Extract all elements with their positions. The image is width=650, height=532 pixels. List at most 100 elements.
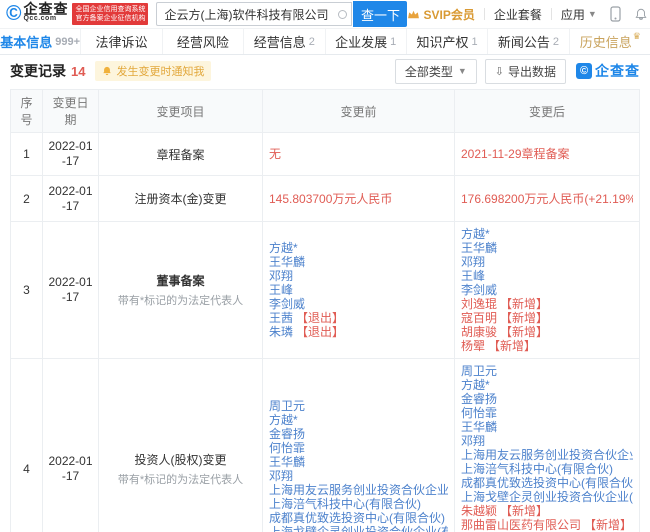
tab-operation-info[interactable]: 经营信息 2 (244, 29, 325, 54)
vip-badge-icon: ♛ (633, 31, 641, 42)
change-entry[interactable]: 方越* (269, 413, 448, 427)
tab-history-info[interactable]: 历史信息 ♛ (570, 29, 650, 54)
legal-rep-note: 带有*标记的为法定代表人 (103, 292, 258, 308)
qcc-logo-text: 企查查 (23, 4, 68, 14)
record-count-badge: 14 (71, 64, 85, 79)
svip-member-link[interactable]: SVIP会员 (407, 6, 474, 23)
change-tag: 【新增】 (500, 297, 548, 311)
col-header-after: 变更后 (455, 90, 640, 133)
tab-news-announcements[interactable]: 新闻公告 2 (488, 29, 569, 54)
change-date: 2022-01-17 (43, 176, 99, 222)
table-row: 3 2022-01-17 董事备案带有*标记的为法定代表人 方越*王华麟邓翔王峰… (11, 222, 640, 359)
change-tag: 【新增】 (488, 339, 536, 353)
change-entry[interactable]: 李剑威 (269, 297, 448, 311)
change-tag: 【新增】 (500, 504, 548, 518)
qcc-logo-icon: © (6, 3, 21, 25)
tab-basic-info[interactable]: 基本信息 999+ (0, 29, 81, 54)
change-entry[interactable]: 邓翔 (461, 255, 633, 269)
change-tag: 【新增】 (584, 518, 632, 532)
after-cell: 周卫元方越*金睿扬何怡霏王华麟邓翔上海用友云服务创业投资合伙企业(有限合伙)上海… (455, 359, 640, 532)
chevron-down-icon: ▼ (588, 9, 597, 19)
change-entry[interactable]: 上海用友云服务创业投资合伙企业(有限合伙) (269, 483, 448, 497)
change-entry[interactable]: 上海涪气科技中心(有限合伙) (461, 462, 633, 476)
row-no: 1 (11, 133, 43, 176)
before-cell: 周卫元方越*金睿扬何怡霏王华麟邓翔上海用友云服务创业投资合伙企业(有限合伙)上海… (263, 359, 455, 532)
change-tag: 【退出】 (296, 311, 344, 325)
company-nav-tabs: 基本信息 999+ 法律诉讼 经营风险 经营信息 2 企业发展 1 知识产权 1… (0, 28, 650, 55)
tab-company-development[interactable]: 企业发展 1 (326, 29, 407, 54)
change-entry[interactable]: 周卫元 (461, 364, 633, 378)
change-entry[interactable]: 李剑威 (461, 283, 633, 297)
change-entry[interactable]: 邓翔 (461, 434, 633, 448)
change-entry: 无 (269, 147, 448, 161)
change-entry[interactable]: 何怡霏 (269, 441, 448, 455)
change-entry[interactable]: 邓翔 (269, 469, 448, 483)
row-no: 3 (11, 222, 43, 359)
change-entry[interactable]: 成都真优致选投资中心(有限合伙) (461, 476, 633, 490)
change-entry[interactable]: 方越* (461, 378, 633, 392)
tab-intellectual-property[interactable]: 知识产权 1 (407, 29, 488, 54)
after-cell: 176.698200万元人民币(+21.19%) (455, 176, 640, 222)
apps-menu[interactable]: 应用 ▼ (561, 6, 597, 23)
change-tag: 【新增】 (500, 311, 548, 325)
change-entry[interactable]: 王茜【退出】 (269, 311, 448, 325)
change-entry[interactable]: 朱璘【退出】 (269, 325, 448, 339)
change-entry: 145.803700万元人民币 (269, 192, 448, 206)
export-data-button[interactable]: ⇩ 导出数据 (485, 59, 566, 84)
change-entry[interactable]: 王峰 (461, 269, 633, 283)
change-item: 董事备案 (103, 272, 258, 289)
search-input[interactable] (156, 2, 352, 26)
change-entry[interactable]: 上海戈壁企灵创业投资合伙企业(有限合伙) (461, 490, 633, 504)
change-entry[interactable]: 王峰 (269, 283, 448, 297)
bell-icon (102, 66, 112, 76)
change-entry: 胡康骏【新增】 (461, 325, 633, 339)
change-records-table: 序号 变更日期 变更项目 变更前 变更后 1 2022-01-17 章程备案 无… (10, 89, 640, 532)
change-date: 2022-01-17 (43, 359, 99, 532)
col-header-no: 序号 (11, 90, 43, 133)
change-entry[interactable]: 王华麟 (461, 241, 633, 255)
change-entry[interactable]: 上海涪气科技中心(有限合伙) (269, 497, 448, 511)
change-item: 注册资本(金)变更 (103, 190, 258, 207)
change-item: 投资人(股权)变更 (103, 451, 258, 468)
change-entry: 刘逸琨【新增】 (461, 297, 633, 311)
change-entry[interactable]: 金睿扬 (461, 392, 633, 406)
row-no: 2 (11, 176, 43, 222)
change-date: 2022-01-17 (43, 133, 99, 176)
top-bar: © 企查查 Qcc.com 全国企业信用查询系统 官方备案企业征信机构 查一下 … (0, 0, 650, 28)
tab-operation-risk[interactable]: 经营风险 (163, 29, 244, 54)
after-cell: 方越*王华麟邓翔王峰李剑威刘逸琨【新增】寇百明【新增】胡康骏【新增】杨翚【新增】 (455, 222, 640, 359)
notification-bell-icon[interactable] (634, 7, 648, 22)
enterprise-package-link[interactable]: 企业套餐 (494, 6, 542, 23)
search-button[interactable]: 查一下 (353, 1, 407, 27)
change-entry[interactable]: 方越* (461, 227, 633, 241)
change-records-header: 变更记录 14 发生变更时通知我 全部类型 ▼ ⇩ 导出数据 © 企查查 (0, 57, 650, 85)
qcc-watermark-icon: © (576, 63, 592, 79)
qcc-logo[interactable]: © 企查查 Qcc.com (6, 3, 72, 25)
change-entry[interactable]: 上海戈壁企灵创业投资合伙企业(有限合伙) (269, 525, 448, 532)
search-camera-icon[interactable] (338, 10, 347, 19)
divider (551, 8, 552, 20)
change-tag: 【退出】 (296, 325, 344, 339)
col-header-item: 变更项目 (99, 90, 263, 133)
mobile-app-icon[interactable] (610, 6, 621, 22)
change-entry[interactable]: 邓翔 (269, 269, 448, 283)
notify-on-change-button[interactable]: 发生变更时通知我 (95, 61, 211, 81)
tab-legal-litigation[interactable]: 法律诉讼 (81, 29, 162, 54)
change-entry[interactable]: 王华麟 (269, 255, 448, 269)
col-header-before: 变更前 (263, 90, 455, 133)
table-row: 1 2022-01-17 章程备案 无 2021-11-29章程备案 (11, 133, 640, 176)
before-cell: 无 (263, 133, 455, 176)
change-entry[interactable]: 方越* (269, 241, 448, 255)
change-entry[interactable]: 何怡霏 (461, 406, 633, 420)
change-entry[interactable]: 成都真优致选投资中心(有限合伙) (269, 511, 448, 525)
change-entry[interactable]: 王华麟 (269, 455, 448, 469)
change-entry: 寇百明【新增】 (461, 311, 633, 325)
change-entry[interactable]: 王华麟 (461, 420, 633, 434)
change-item: 章程备案 (103, 146, 258, 163)
type-filter-dropdown[interactable]: 全部类型 ▼ (395, 59, 477, 84)
change-tag: 【新增】 (500, 325, 548, 339)
official-badge: 全国企业信用查询系统 官方备案企业征信机构 (72, 3, 148, 25)
change-entry[interactable]: 周卫元 (269, 399, 448, 413)
change-entry[interactable]: 金睿扬 (269, 427, 448, 441)
change-entry[interactable]: 上海用友云服务创业投资合伙企业(有限合伙) (461, 448, 633, 462)
